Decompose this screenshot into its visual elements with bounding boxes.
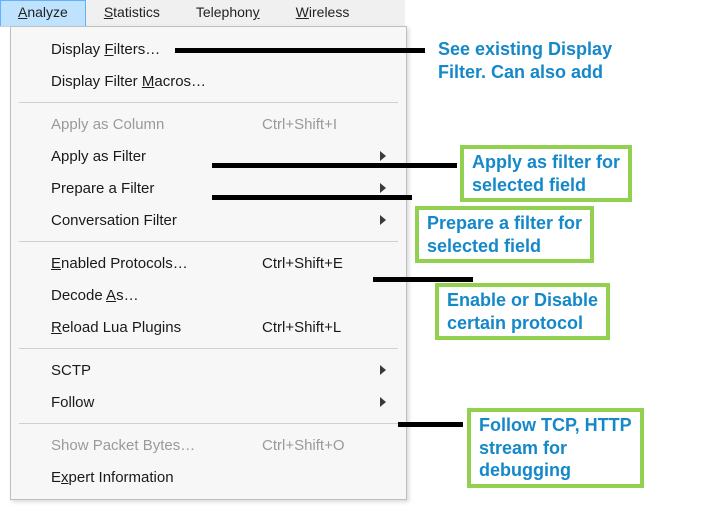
annotation-line	[373, 277, 473, 282]
menu-separator	[19, 348, 398, 349]
menu-reload-lua-plugins[interactable]: Reload Lua Plugins Ctrl+Shift+L	[11, 311, 406, 343]
submenu-arrow-icon	[380, 151, 386, 161]
menu-label: Enabled Protocols…	[51, 255, 262, 272]
menu-separator	[19, 423, 398, 424]
analyze-dropdown: Display Filters… Display Filter Macros… …	[10, 26, 407, 500]
menu-decode-as[interactable]: Decode As…	[11, 279, 406, 311]
annotation-line	[175, 48, 425, 53]
menu-conversation-filter[interactable]: Conversation Filter	[11, 204, 406, 236]
menu-separator	[19, 102, 398, 103]
menu-shortcut: Ctrl+Shift+I	[262, 116, 392, 133]
menu-label: Decode As…	[51, 287, 262, 304]
menu-label: SCTP	[51, 362, 250, 379]
callout-enabled-protocols: Enable or Disable certain protocol	[435, 283, 610, 340]
menu-apply-as-column: Apply as Column Ctrl+Shift+I	[11, 108, 406, 140]
menu-follow[interactable]: Follow	[11, 386, 406, 418]
submenu-arrow-icon	[380, 183, 386, 193]
menu-label: Follow	[51, 394, 250, 411]
menu-label: Display Filter Macros…	[51, 73, 262, 90]
submenu-arrow-icon	[380, 397, 386, 407]
callout-prepare-a-filter: Prepare a filter for selected field	[415, 206, 594, 263]
menu-label: Reload Lua Plugins	[51, 319, 262, 336]
menu-enabled-protocols[interactable]: Enabled Protocols… Ctrl+Shift+E	[11, 247, 406, 279]
menu-label: Apply as Filter	[51, 148, 250, 165]
menu-sctp[interactable]: SCTP	[11, 354, 406, 386]
submenu-arrow-icon	[380, 365, 386, 375]
menu-expert-information[interactable]: Expert Information	[11, 461, 406, 493]
submenu-arrow-icon	[380, 215, 386, 225]
annotation-line	[398, 422, 463, 427]
menu-shortcut: Ctrl+Shift+O	[262, 437, 392, 454]
menu-label: Apply as Column	[51, 116, 262, 133]
menu-shortcut: Ctrl+Shift+L	[262, 319, 392, 336]
callout-follow: Follow TCP, HTTP stream for debugging	[467, 408, 644, 488]
menu-separator	[19, 241, 398, 242]
menu-label: Conversation Filter	[51, 212, 250, 229]
menubar-item-telephony[interactable]: Telephony	[178, 0, 278, 26]
menubar-item-statistics[interactable]: Statistics	[86, 0, 178, 26]
menu-label: Show Packet Bytes…	[51, 437, 262, 454]
menubar: Analyze Statistics Telephony Wireless	[0, 0, 405, 27]
menu-shortcut: Ctrl+Shift+E	[262, 255, 392, 272]
menu-show-packet-bytes: Show Packet Bytes… Ctrl+Shift+O	[11, 429, 406, 461]
annotation-line	[212, 195, 412, 200]
callout-display-filters: See existing Display Filter. Can also ad…	[438, 38, 612, 83]
menubar-item-wireless[interactable]: Wireless	[278, 0, 368, 26]
menu-label: Prepare a Filter	[51, 180, 250, 197]
menu-label: Expert Information	[51, 469, 262, 486]
annotation-line	[212, 163, 457, 168]
callout-apply-as-filter: Apply as filter for selected field	[460, 145, 632, 202]
menu-display-filter-macros[interactable]: Display Filter Macros…	[11, 65, 406, 97]
menubar-item-analyze[interactable]: Analyze	[0, 0, 86, 26]
